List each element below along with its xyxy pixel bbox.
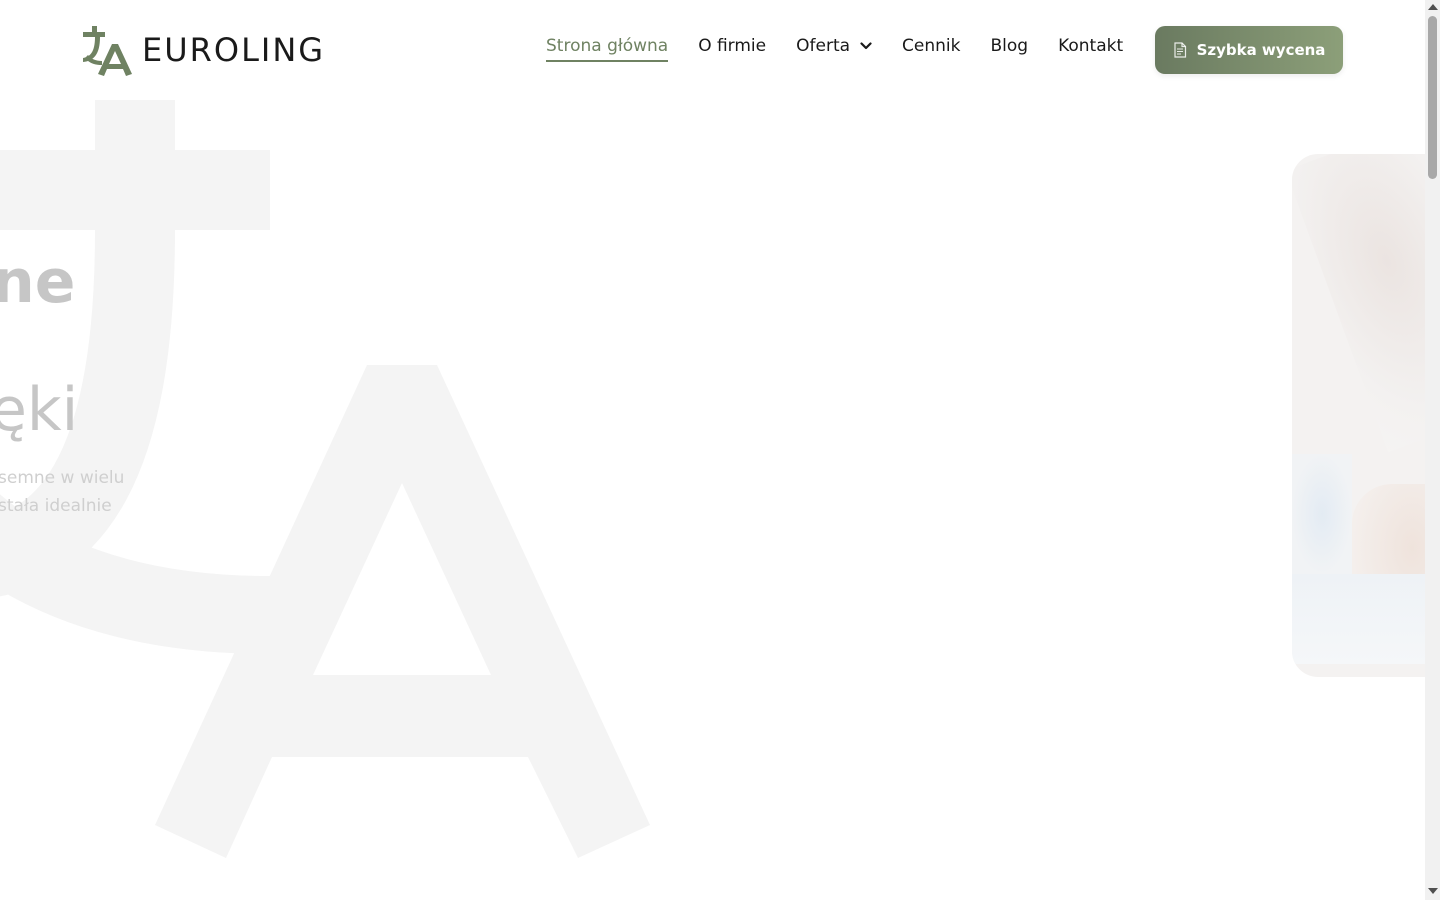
translation-watermark-icon xyxy=(0,100,650,858)
hero-title-line-3: ęki xyxy=(0,375,79,445)
logo[interactable]: EUROLING xyxy=(82,24,325,76)
page: ne n ęki semne w wielu stała idealnie EU… xyxy=(0,0,1440,900)
nav-item-about[interactable]: O firmie xyxy=(698,36,766,62)
document-icon xyxy=(1173,42,1186,58)
nav-item-pricing[interactable]: Cennik xyxy=(902,36,960,62)
site-header: EUROLING Strona główna O firmie Oferta C… xyxy=(0,0,1425,100)
nav-item-blog[interactable]: Blog xyxy=(990,36,1028,62)
quick-quote-button[interactable]: Szybka wycena xyxy=(1155,26,1343,74)
scroll-up-arrow-icon[interactable] xyxy=(1428,4,1438,10)
nav-item-offer[interactable]: Oferta xyxy=(796,36,872,62)
nav-item-offer-label: Oferta xyxy=(796,36,851,56)
nav-item-home[interactable]: Strona główna xyxy=(546,36,669,62)
chevron-down-icon xyxy=(860,42,872,50)
hero-description: semne w wielu stała idealnie xyxy=(0,464,124,520)
nav-item-contact[interactable]: Kontakt xyxy=(1058,36,1123,62)
hero-description-line-1: semne w wielu xyxy=(0,468,125,488)
quick-quote-label: Szybka wycena xyxy=(1196,41,1326,59)
translate-logo-icon xyxy=(83,26,132,76)
scroll-down-arrow-icon[interactable] xyxy=(1428,888,1438,894)
hero-description-line-2: stała idealnie xyxy=(0,496,112,516)
hero-title-line-1: ne xyxy=(0,247,76,317)
hero-title-line-2: n xyxy=(0,316,4,380)
scroll-thumb[interactable] xyxy=(1428,16,1437,179)
brand-name: EUROLING xyxy=(142,31,326,69)
main-nav: Strona główna O firmie Oferta Cennik Blo… xyxy=(546,36,1153,62)
page-scrollbar[interactable] xyxy=(1425,0,1440,900)
hero-image xyxy=(1292,154,1440,677)
